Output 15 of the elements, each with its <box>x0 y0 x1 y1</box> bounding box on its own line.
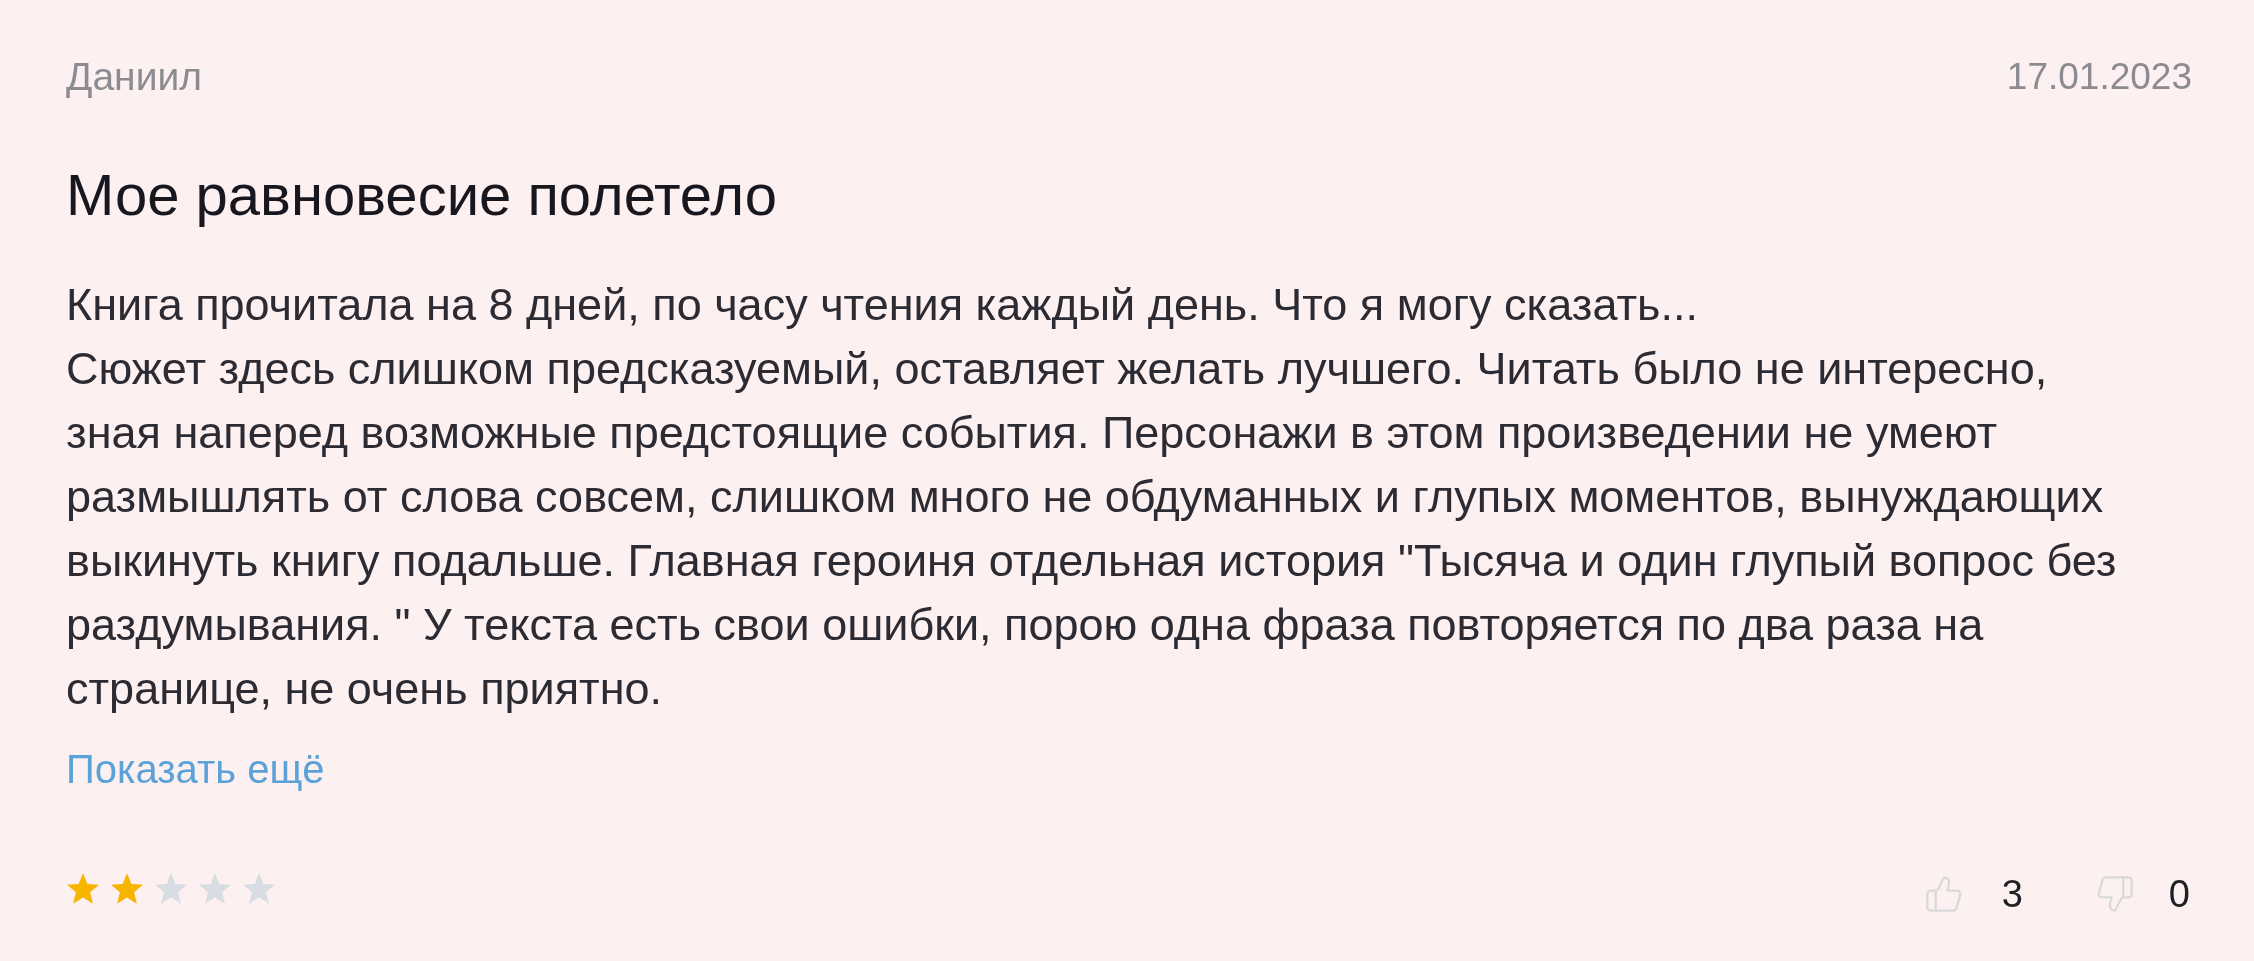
review-date: 17.01.2023 <box>2006 55 2192 99</box>
like-button[interactable]: 3 <box>1923 871 2023 917</box>
star-icon <box>66 872 100 906</box>
dislike-button[interactable]: 0 <box>2094 871 2190 917</box>
review-text: Книга прочитала на 8 дней, по часу чтения каждый день. Что я могу сказать... Сюжет здесь слишком предсказуемый, оставляет желать лучшего. Читать было не интересно, зная наперед возможные предстоящие события. Персонажи в этом произведении не умеют размышлять от слова совсем, слишком много не обдуманных и глупых моментов, вынуждающих выкинуть книгу подальше. Главная героиня отдельная история "Тысяча и один глупый вопрос без раздумывания. " У текста есть свои ошибки, порою одна фраза повторяется по два раза на странице, не очень приятно. <box>66 278 2118 716</box>
thumbs-up-icon <box>1923 874 1964 914</box>
star-icon <box>242 872 276 906</box>
thumbs-down-icon <box>2094 874 2135 914</box>
dislike-count: 0 <box>2168 872 2190 917</box>
author-name: Даниил <box>66 54 202 100</box>
star-icon <box>110 872 144 906</box>
like-count: 3 <box>2001 872 2023 917</box>
star-icon <box>198 872 232 906</box>
star-icon <box>154 872 188 906</box>
review-title: Мое равновесие полетело <box>66 161 778 229</box>
